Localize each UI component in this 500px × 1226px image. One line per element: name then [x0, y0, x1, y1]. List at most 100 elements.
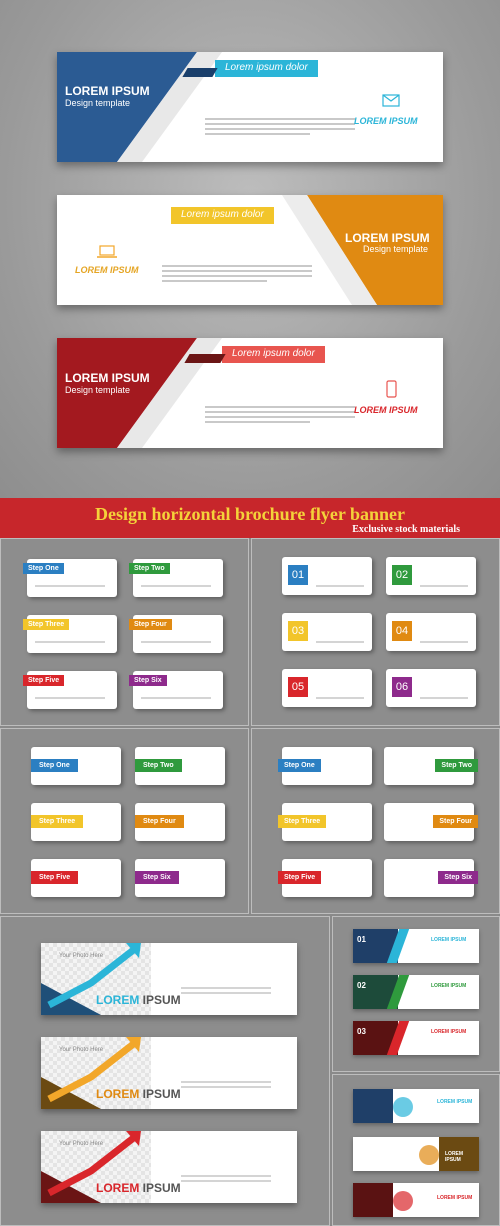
- number-card: 02: [386, 557, 476, 595]
- banner-title: LOREM IPSUM: [65, 371, 150, 385]
- banner-title: LOREM IPSUM: [65, 84, 150, 98]
- numbers-panel: 01 02 03 04 05 06: [251, 538, 500, 726]
- banner-blue: LOREM IPSUM Design template Lorem ipsum …: [57, 52, 443, 162]
- step-card: Step Six: [135, 859, 225, 897]
- step-card: Step Four: [384, 803, 478, 841]
- small-banner: 01 LOREM IPSUM: [353, 929, 479, 963]
- splash-shape: [393, 1191, 413, 1211]
- step-card: Step Six: [384, 859, 478, 897]
- lorem-b: IPSUM: [139, 993, 181, 1007]
- small-num: 03: [357, 1027, 366, 1036]
- step-card: Step Four: [129, 615, 223, 653]
- number-tag: 05: [288, 677, 308, 697]
- step-card: Step Three: [278, 803, 372, 841]
- step-card: Step Two: [135, 747, 225, 785]
- banner-body-text: [205, 406, 355, 426]
- step-card: Step One: [278, 747, 372, 785]
- step-card: Step One: [31, 747, 121, 785]
- step-tag: Step One: [278, 759, 321, 772]
- banner-ribbon: Lorem ipsum dolor: [171, 207, 274, 224]
- step-card: Step Five: [278, 859, 372, 897]
- step-tag: Step Four: [433, 815, 478, 828]
- steps-panel-d: Step One Step Two Step Three Step Four S…: [251, 728, 500, 914]
- laptop-icon: [97, 245, 117, 258]
- step-tag: Step Two: [135, 759, 182, 772]
- top-showcase: LOREM IPSUM Design template Lorem ipsum …: [0, 0, 500, 498]
- step-tag: Step Three: [278, 815, 327, 828]
- splash-shape: [419, 1145, 439, 1165]
- banner-brand: LOREM IPSUM: [354, 405, 418, 415]
- step-card: Step Six: [129, 671, 223, 709]
- photo-banners-panel: Your Photo Here LOREM IPSUM Your Photo H…: [0, 916, 330, 1226]
- envelope-icon: [382, 94, 400, 107]
- photo-banner: Your Photo Here LOREM IPSUM: [41, 1131, 297, 1203]
- step-tag: Step Six: [129, 675, 167, 686]
- small-brand: LOREM IPSUM: [431, 1029, 467, 1035]
- splash-shape: [393, 1097, 413, 1117]
- splash-brand: LOREM IPSUM: [437, 1195, 473, 1201]
- lorem-heading: LOREM IPSUM: [96, 1181, 181, 1195]
- steps-panel-a: Step One Step Two Step Three Step Four S…: [0, 538, 249, 726]
- lorem-b: IPSUM: [139, 1181, 181, 1195]
- banner-subtitle: Design template: [363, 244, 429, 254]
- lorem-heading: LOREM IPSUM: [96, 1087, 181, 1101]
- lorem-heading: LOREM IPSUM: [96, 993, 181, 1007]
- phone-icon: [386, 380, 397, 398]
- step-tag: Step Five: [31, 871, 79, 884]
- small-banner: 03 LOREM IPSUM: [353, 1021, 479, 1055]
- number-tag: 03: [288, 621, 308, 641]
- step-tag: Step Six: [438, 871, 478, 884]
- small-banner: 02 LOREM IPSUM: [353, 975, 479, 1009]
- splash-banners-panel: LOREM IPSUM LOREM IPSUM LOREM IPSUM: [332, 1074, 500, 1226]
- number-card: 06: [386, 669, 476, 707]
- splash-brand: LOREM IPSUM: [445, 1151, 464, 1163]
- banner-subtitle: Design template: [65, 98, 131, 108]
- banner-orange: LOREM IPSUM Design template Lorem ipsum …: [57, 195, 443, 305]
- number-card: 03: [282, 613, 372, 651]
- step-card: Step Three: [23, 615, 117, 653]
- step-tag: Step Two: [435, 759, 478, 772]
- splash-brand: LOREM IPSUM: [437, 1099, 473, 1105]
- banner-ribbon: Lorem ipsum dolor: [215, 60, 318, 77]
- step-tag: Step One: [31, 759, 78, 772]
- step-card: Step Three: [31, 803, 121, 841]
- splash-banner: LOREM IPSUM: [353, 1137, 479, 1171]
- ribbon-fold: [184, 354, 226, 363]
- small-num: 01: [357, 935, 366, 944]
- number-tag: 02: [392, 565, 412, 585]
- lorem-a: LOREM: [96, 1181, 140, 1195]
- step-card: Step Five: [23, 671, 117, 709]
- small-banners-panel: 01 LOREM IPSUM 02 LOREM IPSUM 03 LOREM I…: [332, 916, 500, 1072]
- small-brand: LOREM IPSUM: [431, 937, 467, 943]
- step-tag: Step Four: [129, 619, 172, 630]
- page-title: Design horizontal brochure flyer banner: [95, 504, 405, 524]
- number-card: 01: [282, 557, 372, 595]
- step-tag: Step Three: [31, 815, 84, 828]
- banner-brand: LOREM IPSUM: [354, 116, 418, 126]
- number-card: 04: [386, 613, 476, 651]
- step-tag: Step Two: [129, 563, 170, 574]
- photo-banner: Your Photo Here LOREM IPSUM: [41, 943, 297, 1015]
- lorem-a: LOREM: [96, 993, 140, 1007]
- step-tag: Step Six: [135, 871, 179, 884]
- step-card: Step Four: [135, 803, 225, 841]
- splash-banner: LOREM IPSUM: [353, 1089, 479, 1123]
- step-card: Step Five: [31, 859, 121, 897]
- step-card: Step One: [23, 559, 117, 597]
- title-bar: Design horizontal brochure flyer banner …: [0, 498, 500, 538]
- ribbon-fold: [182, 68, 218, 77]
- banner-title: LOREM IPSUM: [345, 231, 430, 245]
- number-card: 05: [282, 669, 372, 707]
- number-tag: 06: [392, 677, 412, 697]
- step-tag: Step Three: [23, 619, 70, 630]
- banner-red: LOREM IPSUM Design template Lorem ipsum …: [57, 338, 443, 448]
- banner-ribbon: Lorem ipsum dolor: [222, 346, 325, 363]
- step-card: Step Two: [384, 747, 478, 785]
- photo-banner: Your Photo Here LOREM IPSUM: [41, 1037, 297, 1109]
- banner-brand: LOREM IPSUM: [75, 265, 139, 275]
- banner-body-text: [205, 118, 355, 138]
- steps-panel-c: Step One Step Two Step Three Step Four S…: [0, 728, 249, 914]
- small-brand: LOREM IPSUM: [431, 983, 467, 989]
- banner-subtitle: Design template: [65, 385, 131, 395]
- splash-banner: LOREM IPSUM: [353, 1183, 479, 1217]
